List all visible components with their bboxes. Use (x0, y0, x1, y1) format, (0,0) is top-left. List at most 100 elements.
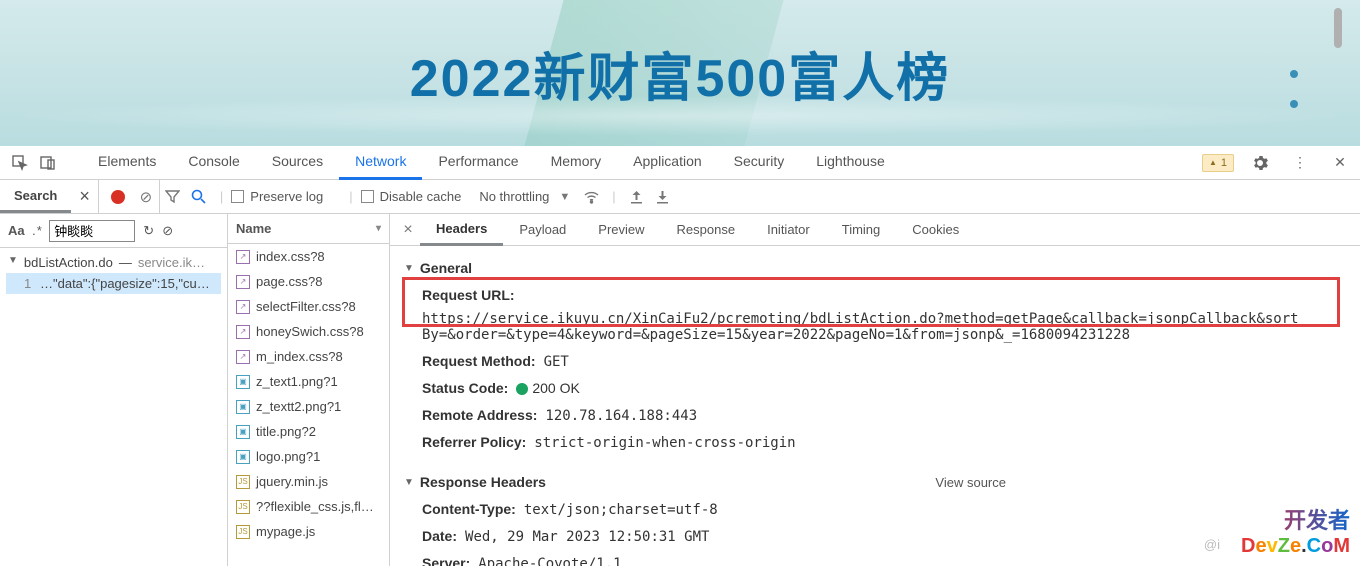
chevron-down-icon[interactable]: ▼ (559, 191, 570, 203)
tab-memory[interactable]: Memory (535, 145, 618, 180)
disable-cache-label: Disable cache (380, 189, 462, 204)
disable-cache-checkbox[interactable] (361, 190, 374, 203)
wifi-icon[interactable] (578, 188, 604, 205)
file-item[interactable]: ▣ z_text1.png?1 (228, 369, 389, 394)
search-input[interactable] (49, 220, 135, 242)
settings-icon[interactable] (1246, 149, 1274, 177)
view-source-link[interactable]: View source (935, 475, 1006, 490)
css-file-icon: ↗ (236, 275, 250, 289)
watermark-cn: 开发者 (1241, 503, 1350, 535)
file-item[interactable]: ▣logo.png?1 (228, 444, 389, 469)
remote-address-value: 120.78.164.188:443 (545, 408, 697, 424)
clear-icon[interactable]: ⊘ (133, 188, 159, 206)
img-file-icon: ▣ (236, 425, 250, 439)
file-item[interactable]: ▣z_textt2.png?1 (228, 394, 389, 419)
preserve-log-label: Preserve log (250, 189, 323, 204)
response-headers-header[interactable]: ▼ Response Headers View source (404, 468, 1346, 496)
css-file-icon: ↗ (236, 300, 250, 314)
clear-results-icon[interactable]: ⊘ (162, 223, 173, 239)
search-panel-tab[interactable]: Search (0, 180, 71, 213)
record-button[interactable] (111, 190, 125, 204)
general-section: ▼ General Request URL: https://service.i… (390, 246, 1360, 460)
tab-console[interactable]: Console (172, 145, 255, 180)
request-method-key: Request Method: (422, 353, 536, 369)
detail-column: × Headers Payload Preview Response Initi… (390, 214, 1360, 566)
file-name: z_text1.png?1 (256, 374, 338, 389)
collapse-icon: ▼ (404, 263, 414, 274)
files-header[interactable]: Name ▾ (228, 214, 389, 244)
referrer-policy-key: Referrer Policy: (422, 434, 526, 450)
search-results: ▼ bdListAction.do — service.ik… 1 …"data… (0, 248, 227, 298)
server-value: Apache-Coyote/1.1 (478, 556, 621, 566)
device-toolbar-icon[interactable] (34, 149, 62, 177)
remote-address-row: Remote Address: 120.78.164.188:443 (404, 402, 1346, 429)
file-item[interactable]: JSmypage.js (228, 519, 389, 544)
file-item[interactable]: ↗honeySwich.css?8 (228, 319, 389, 344)
tab-elements[interactable]: Elements (82, 145, 172, 180)
content-type-row: Content-Type: text/json;charset=utf-8 (404, 496, 1346, 523)
tab-timing[interactable]: Timing (826, 215, 897, 244)
file-name: title.png?2 (256, 424, 316, 439)
file-item[interactable]: ↗m_index.css?8 (228, 344, 389, 369)
general-header[interactable]: ▼ General (404, 254, 1346, 282)
regex-toggle[interactable]: .* (33, 223, 42, 238)
tab-payload[interactable]: Payload (503, 215, 582, 244)
file-item[interactable]: ↗selectFilter.css?8 (228, 294, 389, 319)
response-headers-title: Response Headers (420, 474, 546, 490)
search-icon[interactable] (186, 189, 212, 204)
tab-network[interactable]: Network (339, 145, 422, 180)
status-code-value: 200 OK (516, 380, 579, 397)
remote-address-key: Remote Address: (422, 407, 537, 423)
tab-performance[interactable]: Performance (422, 145, 534, 180)
refresh-icon[interactable]: ↻ (143, 223, 154, 239)
file-name: z_textt2.png?1 (256, 399, 341, 414)
warnings-count: 1 (1221, 157, 1227, 169)
request-url-value[interactable]: https://service.ikuyu.cn/XinCaiFu2/pcrem… (422, 311, 1302, 343)
file-name: jquery.min.js (256, 474, 328, 489)
main-area: Aa .* ↻ ⊘ ▼ bdListAction.do — service.ik… (0, 214, 1360, 566)
throttling-select[interactable]: No throttling (479, 189, 549, 204)
upload-icon[interactable] (624, 189, 650, 204)
page-scrollbar[interactable] (1334, 8, 1342, 48)
tab-lighthouse[interactable]: Lighthouse (800, 145, 901, 180)
tab-preview[interactable]: Preview (582, 215, 660, 244)
inspect-element-icon[interactable] (6, 149, 34, 177)
warnings-badge[interactable]: 1 (1202, 154, 1234, 172)
collapse-icon: ▼ (404, 477, 414, 488)
file-item[interactable]: ↗page.css?8 (228, 269, 389, 294)
expand-icon: ▼ (8, 255, 18, 270)
css-file-icon: ↗ (236, 250, 250, 264)
result-match[interactable]: 1 …"data":{"pagesize":15,"cu… (6, 273, 221, 294)
close-search-icon[interactable]: × (71, 186, 98, 207)
date-key: Date: (422, 528, 457, 544)
close-devtools-icon[interactable]: ✕ (1326, 149, 1354, 177)
file-item[interactable]: JS??flexible_css.js,fl… (228, 494, 389, 519)
tab-cookies[interactable]: Cookies (896, 215, 975, 244)
general-title: General (420, 260, 472, 276)
more-icon[interactable]: ⋮ (1286, 149, 1314, 177)
close-detail-icon[interactable]: × (396, 221, 420, 239)
banner-decoration (1290, 70, 1298, 108)
download-icon[interactable] (650, 189, 676, 204)
tab-initiator[interactable]: Initiator (751, 215, 826, 244)
tab-response[interactable]: Response (661, 215, 752, 244)
result-file-origin: service.ik… (138, 255, 205, 270)
files-header-label: Name (236, 221, 271, 236)
img-file-icon: ▣ (236, 375, 250, 389)
server-row: Server: Apache-Coyote/1.1 (404, 550, 1346, 566)
tab-sources[interactable]: Sources (256, 145, 339, 180)
match-case-toggle[interactable]: Aa (8, 223, 25, 238)
tab-security[interactable]: Security (718, 145, 801, 180)
watermark-at: @i (1204, 537, 1220, 552)
file-name: index.css?8 (256, 249, 325, 264)
filter-icon[interactable] (160, 189, 186, 204)
file-item[interactable]: ↗ index.css?8 (228, 244, 389, 269)
file-item[interactable]: ▣ title.png?2 (228, 419, 389, 444)
result-file[interactable]: ▼ bdListAction.do — service.ik… (6, 252, 221, 273)
tab-headers[interactable]: Headers (420, 214, 503, 246)
page-banner: 2022新财富500富人榜 (0, 0, 1360, 146)
match-text: …"data":{"pagesize":15,"cu… (40, 276, 210, 291)
file-item[interactable]: JSjquery.min.js (228, 469, 389, 494)
preserve-log-checkbox[interactable] (231, 190, 244, 203)
tab-application[interactable]: Application (617, 145, 718, 180)
